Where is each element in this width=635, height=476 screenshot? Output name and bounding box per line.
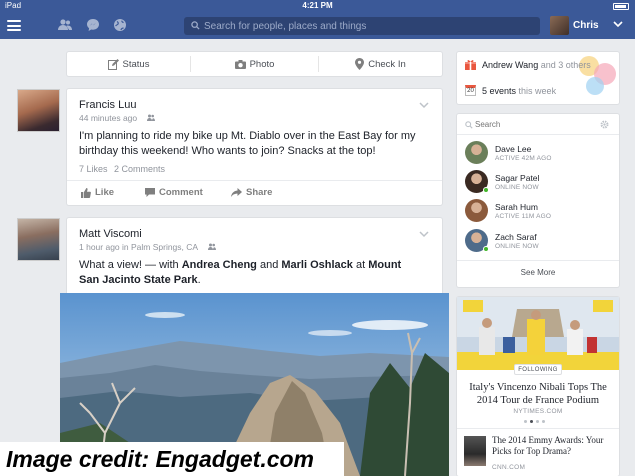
- post-text: What a view! — with Andrea Cheng and Mar…: [79, 258, 419, 288]
- carousel-pagination[interactable]: [524, 420, 552, 424]
- check-in-button[interactable]: Check In: [319, 52, 442, 76]
- gear-icon[interactable]: [600, 120, 609, 129]
- contact-status: ACTIVE 11M AGO: [495, 213, 552, 220]
- online-indicator: [483, 187, 489, 193]
- news-thumbnail[interactable]: [464, 436, 486, 466]
- like-count[interactable]: 7 Likes: [79, 164, 108, 174]
- trending-card: FOLLOWING Italy's Vincenzo Nibali Tops T…: [457, 297, 619, 476]
- photo-label: Photo: [249, 58, 275, 70]
- search-bar[interactable]: [184, 17, 540, 35]
- comment-count[interactable]: 2 Comments: [114, 164, 165, 174]
- share-arrow-icon: [231, 188, 242, 197]
- user-avatar: [550, 16, 569, 35]
- see-more-link[interactable]: See More: [457, 268, 619, 277]
- composer-bar: Status Photo Check In: [67, 52, 442, 76]
- like-button[interactable]: Like: [81, 187, 114, 198]
- like-label: Like: [95, 187, 115, 198]
- post-text: I'm planning to ride my bike up Mt. Diab…: [79, 130, 416, 157]
- thumbs-up-icon: [81, 187, 91, 198]
- contact-status: ONLINE NOW: [495, 184, 539, 191]
- friend-requests-icon[interactable]: [58, 18, 72, 32]
- share-label: Share: [246, 187, 273, 198]
- contact-status: ONLINE NOW: [495, 243, 539, 250]
- news-headline[interactable]: Italy's Vincenzo Nibali Tops The 2014 To…: [463, 381, 613, 407]
- image-credit: Image credit: Engadget.com: [0, 442, 344, 476]
- top-navbar: Chris: [0, 12, 635, 39]
- contact-avatar[interactable]: [465, 199, 488, 222]
- birthday-name: Andrew Wang: [482, 60, 539, 70]
- author-avatar[interactable]: [17, 89, 60, 132]
- feed-post: Francis Luu 44 minutes ago I'm planning …: [67, 89, 442, 205]
- notifications-globe-icon[interactable]: [113, 18, 127, 32]
- news-headline[interactable]: The 2014 Emmy Awards: Your Picks for Top…: [492, 435, 616, 457]
- post-options-chevron-icon[interactable]: [419, 102, 429, 109]
- location-pin-icon: [355, 58, 365, 70]
- post-text-at: at: [355, 259, 366, 271]
- contact-name[interactable]: Zach Saraf: [495, 232, 537, 242]
- events-count: 5 events: [482, 86, 517, 96]
- audience-friends-icon: [208, 243, 216, 250]
- events-reminder[interactable]: 5 events this week: [482, 86, 556, 96]
- comment-button[interactable]: Comment: [145, 187, 203, 198]
- ios-status-bar: iPad 4:21 PM: [0, 0, 635, 12]
- contact-status: ACTIVE 42M AGO: [495, 155, 552, 162]
- clock: 4:21 PM: [302, 1, 333, 10]
- contact-name[interactable]: Sagar Patel: [495, 173, 539, 183]
- comment-bubble-icon: [145, 188, 155, 197]
- post-timestamp[interactable]: 44 minutes ago: [79, 113, 137, 123]
- menu-icon[interactable]: [7, 20, 21, 31]
- post-text-prefix: What a view! — with: [79, 259, 179, 271]
- battery-icon: [613, 2, 629, 11]
- following-badge[interactable]: FOLLOWING: [514, 364, 562, 375]
- post-text-conj: and: [259, 259, 279, 271]
- news-source[interactable]: NYTIMES.COM: [457, 408, 619, 415]
- contact-name[interactable]: Sarah Hum: [495, 202, 538, 212]
- tagged-person[interactable]: Marli Oshlack: [281, 259, 353, 271]
- birthday-rest: and 3 others: [540, 60, 591, 70]
- chat-sidebar: Dave Lee ACTIVE 42M AGO Sagar Patel ONLI…: [457, 114, 619, 287]
- contact-name[interactable]: Dave Lee: [495, 144, 531, 154]
- post-timestamp[interactable]: 1 hour ago in Palm Springs, CA: [79, 242, 198, 252]
- news-photo[interactable]: [457, 297, 619, 370]
- post-author[interactable]: Matt Viscomi: [79, 228, 142, 240]
- online-indicator: [483, 246, 489, 252]
- photo-button[interactable]: Photo: [191, 52, 318, 76]
- news-source[interactable]: CNN.COM: [492, 464, 525, 471]
- account-menu-chevron-icon[interactable]: [613, 20, 623, 28]
- reminders-card: Andrew Wang and 3 others 20 5 events thi…: [457, 52, 619, 104]
- post-author[interactable]: Francis Luu: [79, 99, 136, 111]
- camera-icon: [234, 59, 246, 69]
- events-rest: this week: [518, 86, 557, 96]
- status-label: Status: [122, 58, 150, 70]
- calendar-icon: 20: [465, 85, 476, 96]
- status-button[interactable]: Status: [67, 52, 190, 76]
- audience-friends-icon: [147, 114, 155, 121]
- pencil-icon: [107, 58, 119, 70]
- tagged-person[interactable]: Andrea Cheng: [182, 259, 257, 271]
- search-input[interactable]: [204, 19, 534, 33]
- search-icon: [191, 21, 200, 30]
- post-options-chevron-icon[interactable]: [419, 231, 429, 238]
- author-avatar[interactable]: [17, 218, 60, 261]
- post-text-suffix: .: [197, 274, 201, 286]
- check-in-label: Check In: [368, 58, 406, 70]
- chat-search-input[interactable]: [475, 118, 595, 131]
- gift-icon: [465, 60, 476, 70]
- birthday-reminder[interactable]: Andrew Wang and 3 others: [482, 60, 591, 70]
- messages-icon[interactable]: [86, 18, 100, 32]
- contact-avatar[interactable]: [465, 141, 488, 164]
- share-button[interactable]: Share: [231, 187, 272, 198]
- search-icon: [465, 121, 473, 129]
- comment-label: Comment: [159, 187, 203, 198]
- user-name: Chris: [573, 20, 599, 31]
